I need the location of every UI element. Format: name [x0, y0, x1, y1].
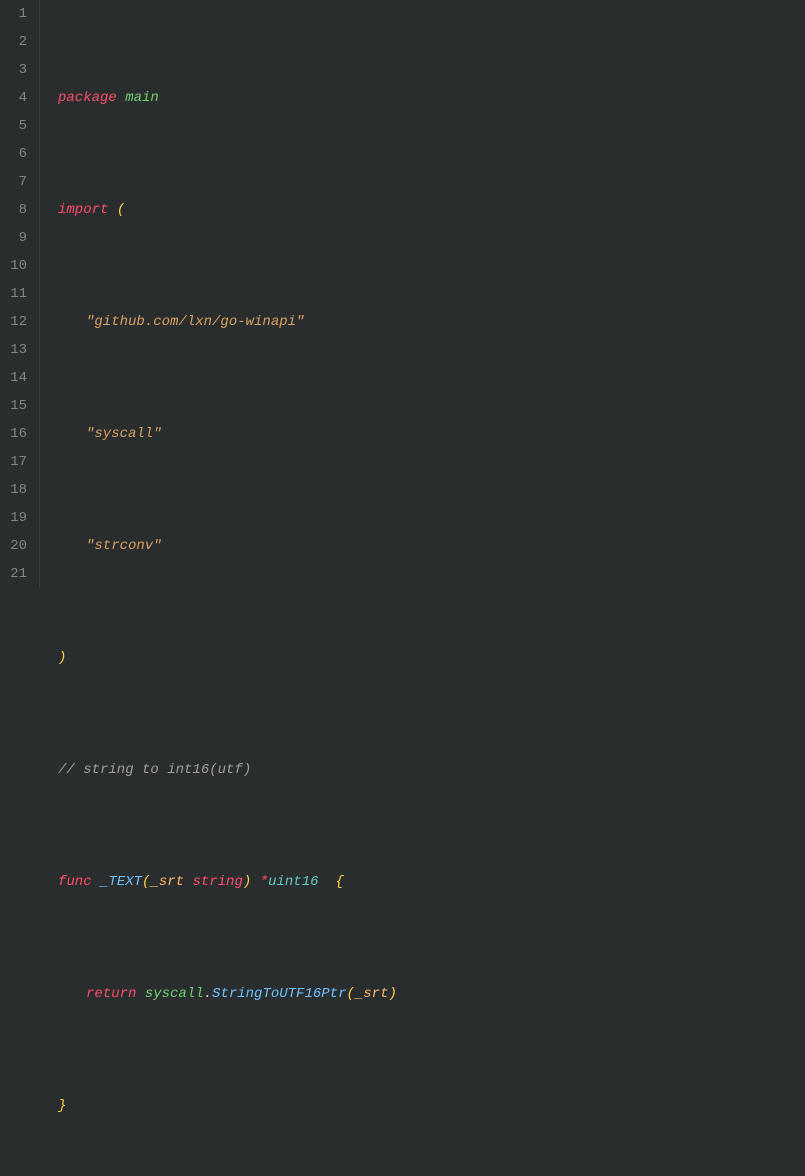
code-line: "github.com/lxn/go-winapi" [58, 308, 671, 336]
line-number: 16 [8, 420, 27, 448]
line-number: 3 [8, 56, 27, 84]
line-number-gutter: 1 2 3 4 5 6 7 8 9 10 11 12 13 14 15 16 1… [0, 0, 40, 588]
line-number: 12 [8, 308, 27, 336]
line-number: 18 [8, 476, 27, 504]
code-line: import ( [58, 196, 671, 224]
line-number: 20 [8, 532, 27, 560]
line-number: 2 [8, 28, 27, 56]
line-number: 9 [8, 224, 27, 252]
code-line: func _TEXT(_srt string) *uint16 { [58, 868, 671, 896]
line-number: 13 [8, 336, 27, 364]
line-number: 4 [8, 84, 27, 112]
code-line: ) [58, 644, 671, 672]
code-line: "syscall" [58, 420, 671, 448]
code-editor: 1 2 3 4 5 6 7 8 9 10 11 12 13 14 15 16 1… [0, 0, 805, 588]
line-number: 6 [8, 140, 27, 168]
code-line: "strconv" [58, 532, 671, 560]
line-number: 7 [8, 168, 27, 196]
line-number: 17 [8, 448, 27, 476]
code-line: } [58, 1092, 671, 1120]
line-number: 5 [8, 112, 27, 140]
line-number: 10 [8, 252, 27, 280]
line-number: 14 [8, 364, 27, 392]
code-area[interactable]: package main import ( "github.com/lxn/go… [40, 0, 671, 588]
line-number: 1 [8, 0, 27, 28]
line-number: 8 [8, 196, 27, 224]
line-number: 21 [8, 560, 27, 588]
code-line: // string to int16(utf) [58, 756, 671, 784]
line-number: 19 [8, 504, 27, 532]
code-line: package main [58, 84, 671, 112]
code-line: return syscall.StringToUTF16Ptr(_srt) [58, 980, 671, 1008]
line-number: 15 [8, 392, 27, 420]
line-number: 11 [8, 280, 27, 308]
